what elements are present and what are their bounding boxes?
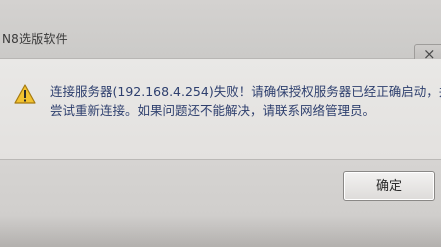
error-message: 连接服务器(192.168.4.254)失败！请确保授权服务器已经正确启动，并 … <box>50 82 441 120</box>
title-bar[interactable]: N8选版软件 <box>0 0 441 59</box>
message-line-1: 连接服务器(192.168.4.254)失败！请确保授权服务器已经正确启动，并 <box>50 84 441 99</box>
ok-button[interactable]: 确定 <box>343 171 435 201</box>
bottom-shadow <box>0 215 441 247</box>
window-title: N8选版软件 <box>2 32 68 46</box>
message-line-2: 尝试重新连接。如果问题还不能解决，请联系网络管理员。 <box>50 103 376 118</box>
warning-icon <box>14 84 36 104</box>
screen: N8选版软件 × 连接服务器(192.168.4.254)失败！请确保授权服务器… <box>0 0 441 247</box>
